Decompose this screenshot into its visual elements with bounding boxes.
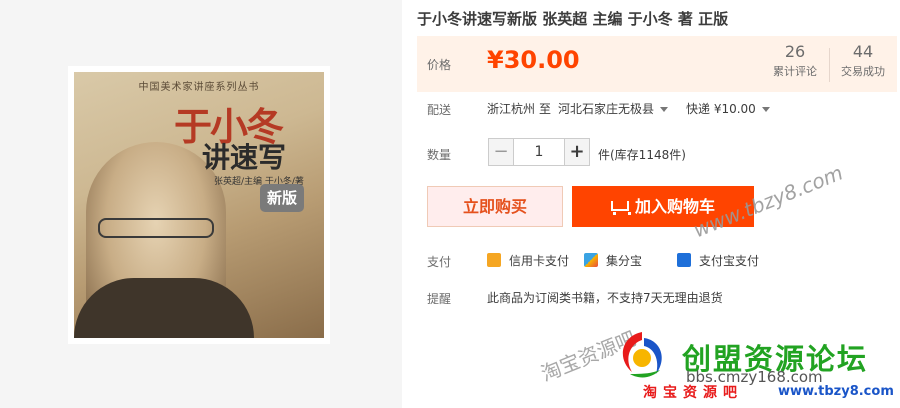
sales-count: 44 [852,42,874,61]
quantity-increase-button[interactable]: + [564,138,590,166]
cover-subtitle: 讲速写 [202,141,287,174]
reviews-label: 累计评论 [773,65,817,78]
watermark-bottom-url: www.tbzy8.com [778,384,894,399]
book-cover-art: 中国美术家讲座系列丛书 于小冬 讲速写 张英超/主编 于小冬/著 新版 [74,72,324,338]
shipping-label: 配送 [427,103,452,117]
portrait-shoulders [74,278,254,338]
quantity-decrease-button[interactable]: − [488,138,514,166]
sales-label: 交易成功 [841,65,885,78]
price-panel: 价格 ¥30.00 26 累计评论 44 交易成功 [417,36,897,92]
payment-option-label: 支付宝支付 [699,254,760,268]
product-title: 于小冬讲速写新版 张英超 主编 于小冬 著 正版 [417,10,729,28]
sales-stat: 44 交易成功 [833,42,893,79]
quantity-label: 数量 [427,148,452,162]
notice-text: 此商品为订阅类书籍，不支持7天无理由退货 [487,291,723,305]
add-to-cart-label: 加入购物车 [634,197,715,216]
cover-series-text: 中国美术家讲座系列丛书 [138,82,260,93]
notice-label: 提醒 [427,292,452,306]
jifenbao-icon [584,253,598,267]
watermark-bottom-text: 淘宝资源吧 [643,385,743,401]
portrait-glasses [98,218,214,238]
watermark-logo-icon [622,332,662,378]
credit-card-icon [487,253,501,267]
stat-divider [829,48,830,82]
shipping-to-word: 至 [539,102,552,116]
payment-label: 支付 [427,255,452,269]
shipping-method-select[interactable]: 快递 ¥10.00 [686,100,770,117]
shipping-destination: 河北石家庄无极县 [558,102,655,116]
alipay-icon [677,253,691,267]
chevron-down-icon [761,107,770,112]
chevron-down-icon [660,107,669,112]
cart-icon [610,201,631,215]
price-value: ¥30.00 [487,46,580,74]
payment-option-label: 信用卡支付 [509,254,570,268]
price-label: 价格 [427,58,452,72]
reviews-stat[interactable]: 26 累计评论 [765,42,825,79]
shipping-destination-select[interactable]: 河北石家庄无极县 [558,100,669,117]
quantity-input[interactable]: 1 [514,138,564,166]
product-image-panel: 中国美术家讲座系列丛书 于小冬 讲速写 张英超/主编 于小冬/著 新版 [0,0,402,408]
payment-credit-card: 信用卡支付 [487,252,569,269]
cover-new-edition-badge: 新版 [260,184,304,212]
payment-option-label: 集分宝 [606,254,643,268]
buy-now-button[interactable]: 立即购买 [427,186,563,227]
stock-info: 件(库存1148件) [598,148,686,162]
payment-jifenbao: 集分宝 [584,252,642,269]
book-cover-image[interactable]: 中国美术家讲座系列丛书 于小冬 讲速写 张英超/主编 于小冬/著 新版 [68,66,330,344]
payment-alipay: 支付宝支付 [677,252,759,269]
reviews-count: 26 [784,42,806,61]
shipping-origin: 浙江杭州 [487,102,536,116]
shipping-method: 快递 ¥10.00 [686,102,756,116]
